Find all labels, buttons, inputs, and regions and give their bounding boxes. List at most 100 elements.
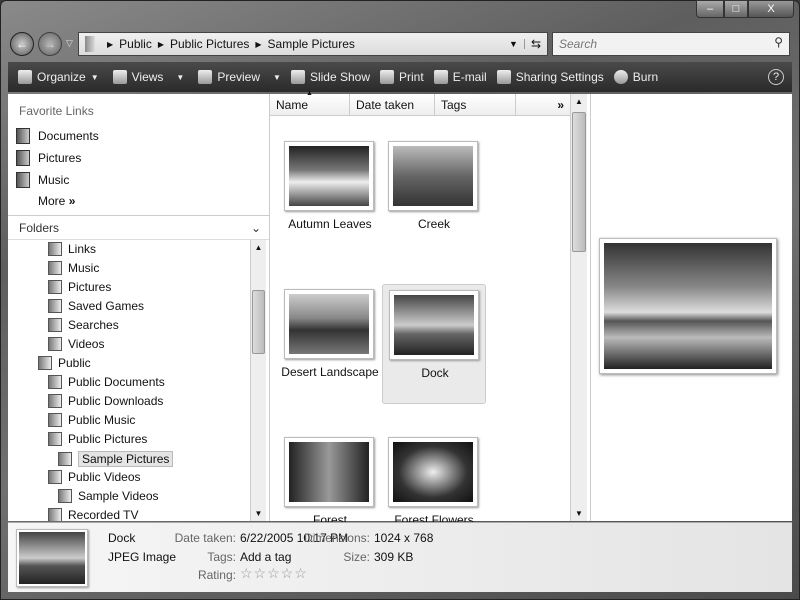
preview-button[interactable]: Preview ▼: [198, 70, 281, 84]
folder-tree-scrollbar[interactable]: ▲ ▼: [250, 240, 266, 521]
folder-tree-item[interactable]: Public Downloads: [48, 394, 163, 408]
close-button[interactable]: X: [748, 0, 794, 18]
refresh-icon[interactable]: ⇆: [525, 37, 547, 51]
folder-tree-item[interactable]: Recorded TV: [48, 508, 138, 521]
sharing-settings-button[interactable]: Sharing Settings: [496, 70, 604, 84]
file-item[interactable]: Dock: [382, 284, 486, 404]
slideshow-icon: [290, 70, 305, 84]
file-item[interactable]: Desert Landscape: [278, 284, 382, 404]
folder-label: Videos: [68, 337, 105, 351]
breadcrumb-public[interactable]: Public: [119, 37, 152, 51]
file-item[interactable]: Autumn Leaves: [278, 136, 382, 256]
folders-header[interactable]: Folders ⌄: [8, 215, 269, 240]
slideshow-button[interactable]: Slide Show: [290, 70, 370, 84]
file-name: Dock: [421, 366, 449, 380]
dimensions-value: 1024 x 768: [374, 531, 434, 545]
print-button[interactable]: Print: [380, 70, 424, 84]
minimize-button[interactable]: –: [696, 0, 724, 18]
views-button[interactable]: Views ▼: [112, 70, 184, 84]
sort-ascending-icon: ▲: [306, 90, 313, 97]
breadcrumb-sample-pictures[interactable]: Sample Pictures: [268, 37, 355, 51]
folder-tree-item[interactable]: Sample Videos: [58, 489, 159, 503]
more-links[interactable]: More »: [38, 194, 75, 208]
navigation-pane: Favorite Links Documents Pictures Music …: [8, 94, 270, 521]
folder-tree-item[interactable]: Searches: [48, 318, 119, 332]
favorite-music[interactable]: Music: [16, 172, 69, 188]
maximize-button[interactable]: □: [724, 0, 748, 18]
file-thumbnail: [388, 437, 478, 507]
tags-label: Tags:: [207, 550, 236, 564]
folder-icon: [48, 261, 62, 275]
file-list-scrollbar[interactable]: ▲ ▼: [570, 94, 587, 521]
back-button[interactable]: ←: [10, 32, 34, 56]
favorite-pictures[interactable]: Pictures: [16, 150, 81, 166]
folder-tree-item[interactable]: Public Videos: [48, 470, 141, 484]
scrollbar-thumb[interactable]: [252, 290, 265, 354]
folder-label: Public Videos: [68, 470, 141, 484]
search-input[interactable]: Search ⚲: [552, 32, 790, 56]
folder-icon: [48, 413, 62, 427]
chevron-down-icon: ⌄: [250, 221, 261, 235]
scrollbar-thumb[interactable]: [572, 112, 586, 252]
burn-icon: [613, 70, 628, 84]
command-bar: Organize ▼ Views ▼ Preview ▼ Slide Show Pri…: [8, 62, 792, 92]
column-name[interactable]: Name ▲: [270, 90, 350, 115]
details-thumbnail: [16, 529, 88, 587]
file-name: Autumn Leaves: [288, 217, 372, 231]
file-item[interactable]: Creek: [382, 136, 486, 256]
documents-icon: [16, 128, 30, 144]
folder-icon: [48, 337, 62, 351]
search-icon[interactable]: ⚲: [774, 35, 783, 49]
burn-button[interactable]: Burn: [613, 70, 658, 84]
file-thumbnail: [284, 141, 374, 211]
folder-label: Public Music: [68, 413, 136, 427]
column-tags[interactable]: Tags: [435, 94, 516, 115]
sharing-icon: [496, 70, 511, 84]
file-name: Creek: [417, 217, 450, 231]
size-value: 309 KB: [374, 550, 414, 564]
folder-tree-item[interactable]: Saved Games: [48, 299, 144, 313]
column-date-taken[interactable]: Date taken: [350, 94, 435, 115]
date-taken-label: Date taken:: [174, 531, 236, 545]
folder-label: Public Pictures: [68, 432, 148, 446]
organize-button[interactable]: Organize ▼: [18, 70, 99, 84]
folder-icon: [48, 508, 62, 521]
breadcrumb-public-pictures[interactable]: Public Pictures: [170, 37, 249, 51]
column-headers: Name ▲ Date taken Tags »: [270, 90, 570, 116]
folder-label: Public: [58, 356, 91, 370]
window-controls: – □ X: [696, 0, 794, 18]
folder-icon: [38, 356, 52, 370]
favorite-documents[interactable]: Documents: [16, 128, 99, 144]
address-dropdown[interactable]: ▼: [503, 39, 525, 49]
forward-button[interactable]: →: [38, 32, 62, 56]
recent-pages-dropdown[interactable]: ▽: [66, 38, 73, 49]
dimensions-label: Dimensions:: [303, 531, 370, 545]
help-button[interactable]: ?: [768, 69, 784, 85]
folder-tree-item[interactable]: Public Music: [48, 413, 135, 427]
favorite-links-header: Favorite Links: [19, 104, 94, 118]
file-name: Dock: [108, 531, 136, 545]
folder-icon: [48, 280, 62, 294]
folder-icon: [58, 489, 72, 503]
print-icon: [380, 70, 394, 84]
folder-label: Sample Videos: [78, 489, 159, 503]
folder-tree-item[interactable]: Sample Pictures: [58, 451, 174, 467]
pictures-icon: [16, 150, 30, 166]
folder-tree-item[interactable]: Public: [38, 356, 91, 370]
folder-tree-item[interactable]: Music: [48, 261, 99, 275]
folder-tree-item[interactable]: Videos: [48, 337, 104, 351]
more-columns-button[interactable]: »: [516, 94, 570, 115]
email-button[interactable]: E-mail: [433, 70, 487, 84]
folder-tree-item[interactable]: Links: [48, 242, 96, 256]
folder-tree-item[interactable]: Pictures: [48, 280, 111, 294]
folder-tree-item[interactable]: Public Pictures: [48, 432, 147, 446]
folder-tree-item[interactable]: Public Documents: [48, 375, 165, 389]
folder-icon: [48, 394, 62, 408]
folder-icon: [48, 432, 62, 446]
rating-stars[interactable]: ☆☆☆☆☆: [240, 565, 308, 582]
folder-label: Saved Games: [68, 299, 145, 313]
rating-label: Rating:: [197, 568, 236, 582]
address-bar[interactable]: ▶ Public ▶ Public Pictures ▶ Sample Picture…: [78, 32, 548, 56]
details-pane: Dock JPEG Image Date taken: 6/22/2005 10…: [8, 522, 792, 592]
file-thumbnail: [388, 141, 478, 211]
